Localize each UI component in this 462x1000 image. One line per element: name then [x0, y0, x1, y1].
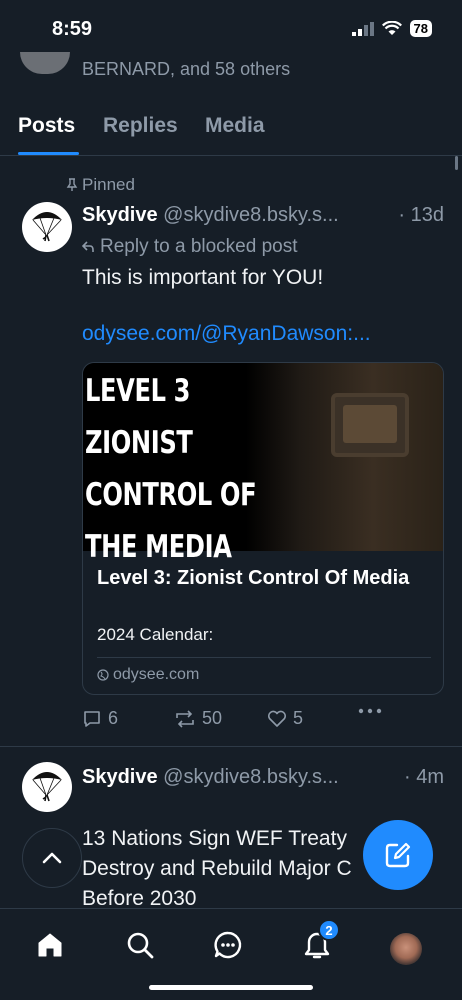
- follower-avatars: [20, 52, 70, 74]
- bottom-nav: 2: [0, 908, 462, 1000]
- tab-media[interactable]: Media: [205, 114, 265, 138]
- status-time: 8:59: [52, 18, 93, 40]
- active-tab-indicator: [18, 152, 79, 155]
- nav-chat[interactable]: [210, 927, 246, 963]
- pin-icon: [66, 178, 78, 191]
- repost-count: 50: [202, 708, 223, 728]
- more-options-button[interactable]: [358, 708, 382, 714]
- pinned-text: Pinned: [82, 175, 135, 194]
- author-avatar[interactable]: [22, 762, 72, 812]
- nav-search[interactable]: [122, 927, 158, 963]
- author-avatar[interactable]: [22, 202, 72, 252]
- preview-divider: [97, 657, 431, 658]
- chevron-up-icon: [42, 852, 62, 864]
- reply-arrow-icon: [82, 241, 94, 252]
- compose-button[interactable]: [363, 820, 433, 890]
- display-name: Skydive: [82, 766, 158, 788]
- preview-title: Level 3: Zionist Control Of Media: [97, 567, 410, 589]
- battery-indicator: 78: [409, 20, 432, 37]
- comment-icon: [84, 710, 100, 727]
- followers-row[interactable]: BERNARD, and 58 others: [18, 48, 458, 90]
- post-author[interactable]: Skydive @skydive8.bsky.s...: [82, 766, 339, 789]
- pinned-label: Pinned: [66, 175, 135, 195]
- signal-icon: [351, 21, 374, 36]
- post-text: 13 Nations Sign WEF Treaty Destroy and R…: [82, 827, 352, 910]
- handle: @skydive8.bsky.s...: [163, 766, 339, 788]
- handle: @skydive8.bsky.s...: [163, 204, 339, 226]
- compose-icon: [385, 842, 411, 868]
- ellipsis-icon: [358, 708, 382, 714]
- preview-image-text: LEVEL 3 ZIONIST CONTROL OF THE MEDIA: [85, 373, 257, 565]
- parachute-icon: [32, 212, 62, 242]
- globe-icon: [97, 669, 109, 681]
- notification-badge: 2: [318, 919, 340, 941]
- home-icon: [38, 933, 62, 957]
- repost-icon: [176, 709, 194, 728]
- reply-note[interactable]: Reply to a blocked post: [82, 236, 298, 258]
- wifi-icon: [381, 21, 402, 35]
- reply-count: 6: [108, 708, 119, 728]
- like-count: 5: [293, 708, 304, 728]
- scroll-to-top-button[interactable]: [22, 828, 82, 888]
- post-time[interactable]: · 13d: [398, 204, 444, 227]
- search-icon: [127, 932, 154, 959]
- post-author[interactable]: Skydive @skydive8.bsky.s...: [82, 204, 339, 227]
- post-divider: [0, 746, 462, 747]
- post-link[interactable]: odysee.com/@RyanDawson:...: [82, 322, 371, 346]
- profile-tabs: Posts Replies Media: [0, 104, 462, 156]
- preview-description: 2024 Calendar:: [97, 625, 214, 644]
- scrollbar[interactable]: [455, 156, 458, 170]
- like-button[interactable]: 5: [267, 708, 303, 729]
- chat-icon: [214, 931, 242, 959]
- post-text: This is important for YOU!: [82, 266, 324, 289]
- parachute-icon: [32, 772, 62, 802]
- reply-button[interactable]: 6: [82, 708, 118, 729]
- link-preview-card[interactable]: LEVEL 3 ZIONIST CONTROL OF THE MEDIA Lev…: [82, 362, 444, 695]
- reply-note-text: Reply to a blocked post: [100, 236, 298, 257]
- tab-posts[interactable]: Posts: [18, 114, 75, 138]
- tab-replies[interactable]: Replies: [103, 114, 178, 138]
- repost-button[interactable]: 50: [174, 708, 222, 729]
- display-name: Skydive: [82, 204, 158, 226]
- preview-image: LEVEL 3 ZIONIST CONTROL OF THE MEDIA: [83, 363, 443, 565]
- tv-illustration: [331, 393, 409, 457]
- heart-icon: [267, 710, 287, 727]
- home-indicator: [149, 985, 313, 990]
- preview-domain: odysee.com: [97, 666, 199, 684]
- post-time[interactable]: · 4m: [404, 766, 444, 789]
- followers-text: BERNARD, and 58 others: [82, 59, 291, 79]
- nav-profile-avatar[interactable]: [390, 933, 422, 965]
- nav-home[interactable]: [32, 927, 68, 963]
- status-icons: 78: [351, 20, 432, 37]
